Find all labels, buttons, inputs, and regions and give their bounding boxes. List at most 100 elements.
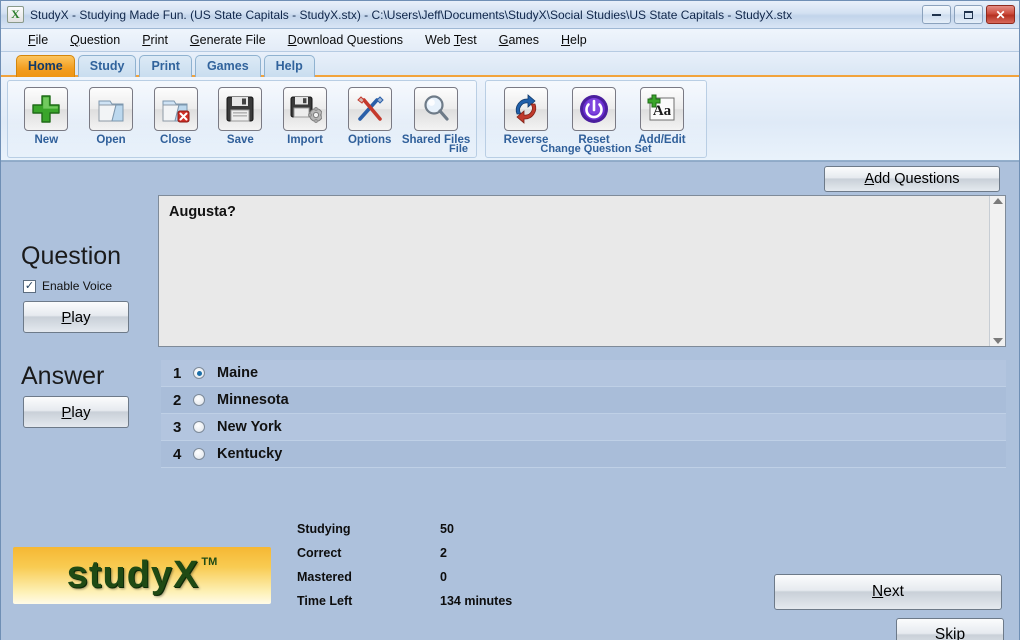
menu-item-web-test[interactable]: Web Test xyxy=(414,31,488,49)
checkmark-icon: ✓ xyxy=(25,281,34,292)
answer-number: 4 xyxy=(173,446,193,463)
toolbar-button-close[interactable]: Close xyxy=(143,85,208,157)
toolbar-button-save[interactable]: Save xyxy=(208,85,273,157)
studyx-logo-text: studyX xyxy=(67,554,200,597)
answer-options-list: 1 Maine 2 Minnesota 3 New York 4 Kentuck… xyxy=(161,360,1006,468)
menu-item-games[interactable]: Games xyxy=(488,31,550,49)
app-logo-icon: X xyxy=(7,6,24,23)
magnifier-icon xyxy=(414,87,458,131)
next-button[interactable]: Next xyxy=(774,574,1002,610)
main-content: Add Questions Augusta? Question ✓ Enable… xyxy=(1,161,1019,640)
stat-row-mastered: Mastered 0 xyxy=(297,565,512,589)
stat-row-time-left: Time Left 134 minutes xyxy=(297,589,512,613)
app-logo-letter: X xyxy=(11,7,20,22)
answer-play-button[interactable]: Play xyxy=(23,396,129,428)
studyx-window: X StudyX - Studying Made Fun. (US State … xyxy=(0,0,1020,640)
stat-label: Correct xyxy=(297,546,440,560)
skip-button[interactable]: Skip xyxy=(896,618,1004,640)
add-questions-button[interactable]: Add Questions xyxy=(824,166,1000,192)
tab-study[interactable]: Study xyxy=(78,55,137,77)
scroll-down-icon[interactable] xyxy=(993,338,1003,344)
green-plus-icon xyxy=(24,87,68,131)
stat-label: Time Left xyxy=(297,594,440,608)
answer-radio[interactable] xyxy=(193,394,205,406)
toolbar-label-open: Open xyxy=(96,134,125,146)
answer-number: 2 xyxy=(173,392,193,409)
answer-label: New York xyxy=(217,419,282,435)
answer-radio[interactable] xyxy=(193,421,205,433)
answer-number: 3 xyxy=(173,419,193,436)
ribbon-group-change-question-set: Reverse Reset xyxy=(485,80,707,158)
ribbon-toolbar: New Open xyxy=(1,77,1019,161)
menu-item-download-questions[interactable]: Download Questions xyxy=(277,31,414,49)
ribbon-group-file: New Open xyxy=(7,80,477,158)
ribbon-group-label-change-question-set: Change Question Set xyxy=(486,143,706,155)
studyx-logo: studyX TM xyxy=(13,547,271,604)
stat-value: 134 minutes xyxy=(440,594,512,608)
toolbar-label-save: Save xyxy=(227,134,254,146)
minimize-button[interactable] xyxy=(922,5,951,24)
open-folder-icon xyxy=(89,87,133,131)
toolbar-button-import[interactable]: Import xyxy=(273,85,338,157)
scroll-up-icon[interactable] xyxy=(993,198,1003,204)
answer-option-1[interactable]: 1 Maine xyxy=(161,360,1006,387)
window-title: StudyX - Studying Made Fun. (US State Ca… xyxy=(30,8,792,22)
tab-games[interactable]: Games xyxy=(195,55,261,77)
menu-item-help[interactable]: Help xyxy=(550,31,598,49)
enable-voice-label: Enable Voice xyxy=(42,279,112,293)
menu-item-generate-file[interactable]: Generate File xyxy=(179,31,277,49)
stat-value: 0 xyxy=(440,570,447,584)
stat-value: 2 xyxy=(440,546,447,560)
menu-item-file[interactable]: File xyxy=(17,31,59,49)
question-text: Augusta? xyxy=(159,196,989,346)
add-text-icon: Aa xyxy=(640,87,684,131)
toolbar-button-new[interactable]: New xyxy=(14,85,79,157)
toolbar-label-import: Import xyxy=(287,134,323,146)
menu-item-print[interactable]: Print xyxy=(131,31,179,49)
ribbon-group-label-file: File xyxy=(449,143,468,155)
stat-label: Studying xyxy=(297,522,440,536)
maximize-button[interactable] xyxy=(954,5,983,24)
studyx-logo-tm: TM xyxy=(201,556,217,568)
statistics-panel: Studying 50 Correct 2 Mastered 0 Time Le… xyxy=(297,517,512,613)
import-floppy-gear-icon xyxy=(283,87,327,131)
tab-home[interactable]: Home xyxy=(16,55,75,77)
question-textbox[interactable]: Augusta? xyxy=(158,195,1006,347)
answer-option-3[interactable]: 3 New York xyxy=(161,414,1006,441)
close-button[interactable]: ✕ xyxy=(986,5,1015,24)
answer-radio[interactable] xyxy=(193,448,205,460)
enable-voice-checkbox[interactable]: ✓ xyxy=(23,280,36,293)
window-controls: ✕ xyxy=(922,5,1015,24)
answer-label: Kentucky xyxy=(217,446,282,462)
stat-label: Mastered xyxy=(297,570,440,584)
answer-label: Minnesota xyxy=(217,392,289,408)
tab-strip: Home Study Print Games Help xyxy=(1,52,1019,77)
answer-radio[interactable] xyxy=(193,367,205,379)
question-scrollbar[interactable] xyxy=(989,196,1005,346)
tab-print[interactable]: Print xyxy=(139,55,191,77)
stat-value: 50 xyxy=(440,522,454,536)
tab-help[interactable]: Help xyxy=(264,55,315,77)
enable-voice-row[interactable]: ✓ Enable Voice xyxy=(23,279,112,293)
toolbar-button-options[interactable]: Options xyxy=(337,85,402,157)
toolbar-button-open[interactable]: Open xyxy=(79,85,144,157)
reverse-arrows-icon xyxy=(504,87,548,131)
answer-option-4[interactable]: 4 Kentucky xyxy=(161,441,1006,468)
question-play-button[interactable]: Play xyxy=(23,301,129,333)
toolbar-label-new: New xyxy=(35,134,59,146)
menu-bar: File Question Print Generate File Downlo… xyxy=(1,29,1019,52)
floppy-disk-icon xyxy=(218,87,262,131)
stat-row-correct: Correct 2 xyxy=(297,541,512,565)
toolbar-label-close: Close xyxy=(160,134,191,146)
title-bar: X StudyX - Studying Made Fun. (US State … xyxy=(1,1,1019,29)
minimize-icon xyxy=(932,13,941,16)
toolbar-label-options: Options xyxy=(348,134,391,146)
answer-option-2[interactable]: 2 Minnesota xyxy=(161,387,1006,414)
close-icon: ✕ xyxy=(995,8,1005,22)
tools-icon xyxy=(348,87,392,131)
question-section-title: Question xyxy=(21,242,121,271)
answer-label: Maine xyxy=(217,365,258,381)
menu-item-question[interactable]: Question xyxy=(59,31,131,49)
answer-section-title: Answer xyxy=(21,362,104,391)
stat-row-studying: Studying 50 xyxy=(297,517,512,541)
